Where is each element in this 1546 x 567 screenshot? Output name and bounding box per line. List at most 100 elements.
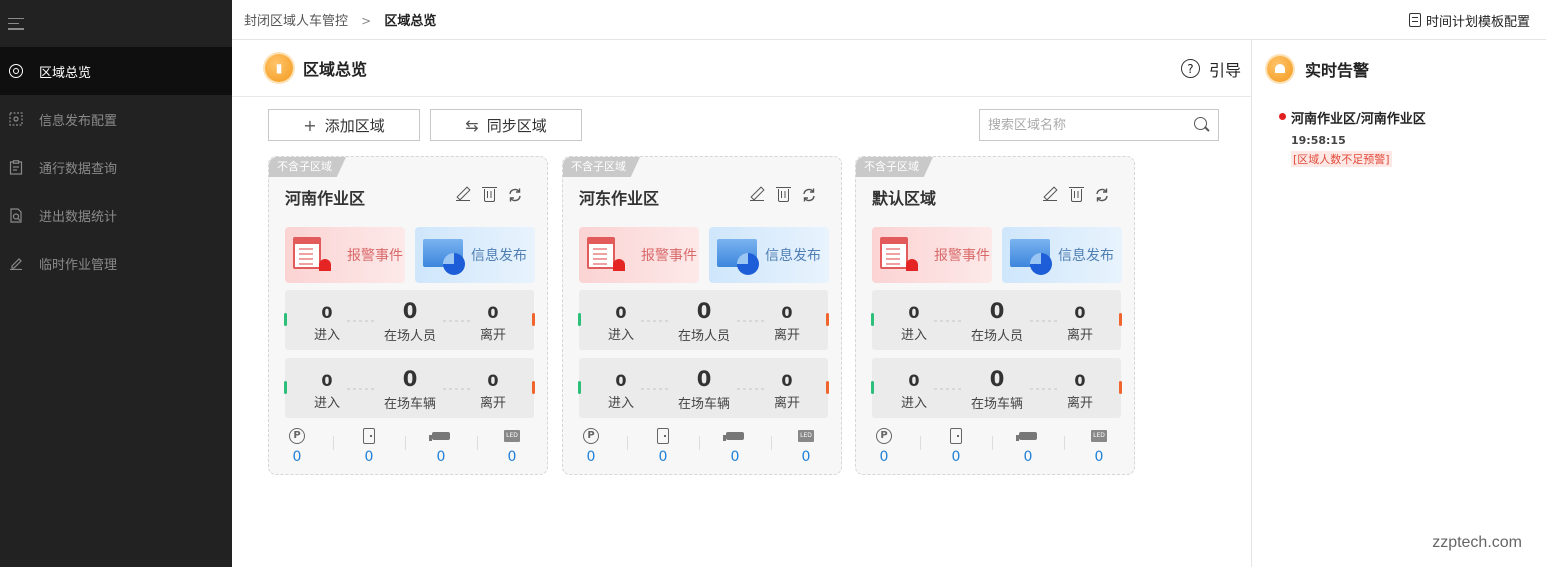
search-icon[interactable] bbox=[1194, 117, 1210, 133]
guide-label: 引导 bbox=[1208, 60, 1241, 80]
search-input[interactable] bbox=[988, 117, 1188, 133]
vehicles-out-count: 0 bbox=[1074, 371, 1086, 390]
vehicles-stats-row: 0 进入 0 在场车辆 0 离开 bbox=[871, 358, 1122, 418]
people-present-count: 0 bbox=[402, 299, 418, 323]
camera-device[interactable]: 0 bbox=[1016, 428, 1038, 465]
vehicles-out-stat[interactable]: 0 离开 bbox=[763, 371, 811, 411]
vehicles-in-stat[interactable]: 0 进入 bbox=[597, 371, 645, 411]
people-out-stat[interactable]: 0 离开 bbox=[1056, 303, 1104, 343]
sidebar-item-temp-work[interactable]: 临时作业管理 bbox=[0, 239, 232, 287]
vehicles-in-stat[interactable]: 0 进入 bbox=[890, 371, 938, 411]
door-count: 0 bbox=[951, 449, 961, 465]
people-out-stat[interactable]: 0 离开 bbox=[763, 303, 811, 343]
vehicles-out-stat[interactable]: 0 离开 bbox=[469, 371, 517, 411]
divider bbox=[627, 436, 628, 450]
parking-count: 0 bbox=[586, 449, 596, 465]
led-device[interactable]: LED 0 bbox=[796, 428, 816, 465]
guide-button[interactable]: ? 引导 bbox=[1180, 40, 1241, 97]
parking-device[interactable]: P 0 bbox=[287, 428, 307, 465]
door-device[interactable]: 0 bbox=[359, 428, 379, 465]
divider bbox=[992, 436, 993, 450]
area-overview-icon: ▮ bbox=[265, 54, 293, 82]
breadcrumb-parent[interactable]: 封闭区域人车管控 bbox=[244, 14, 348, 29]
area-title: 河南作业区 bbox=[285, 189, 366, 208]
parking-device[interactable]: P 0 bbox=[581, 428, 601, 465]
sidebar-item-inout-stats[interactable]: 进出数据统计 bbox=[0, 191, 232, 239]
parking-icon: P bbox=[289, 428, 305, 444]
refresh-icon[interactable] bbox=[801, 187, 817, 203]
info-publish-label: 信息发布 bbox=[1058, 248, 1114, 264]
sidebar-item-label: 区域总览 bbox=[39, 65, 92, 81]
vehicles-present-stat[interactable]: 0 在场车辆 bbox=[667, 361, 741, 412]
sidebar-item-label: 信息发布配置 bbox=[39, 113, 118, 129]
info-screen-icon bbox=[423, 239, 465, 275]
card-actions bbox=[1042, 187, 1110, 203]
enter-indicator bbox=[578, 381, 581, 394]
info-publish-tile[interactable]: 信息发布 bbox=[1002, 227, 1122, 283]
led-screen-icon: LED bbox=[798, 430, 814, 442]
exit-indicator bbox=[826, 313, 829, 326]
no-subarea-tag: 不含子区域 bbox=[563, 157, 640, 177]
vehicles-out-label: 离开 bbox=[1066, 396, 1093, 411]
people-in-stat[interactable]: 0 进入 bbox=[597, 303, 645, 343]
door-device[interactable]: 0 bbox=[653, 428, 673, 465]
people-present-stat[interactable]: 0 在场人员 bbox=[373, 293, 447, 344]
exit-indicator bbox=[532, 381, 535, 394]
sidebar-item-info-publish-config[interactable]: 信息发布配置 bbox=[0, 95, 232, 143]
edit-icon[interactable] bbox=[1042, 187, 1058, 203]
people-present-stat[interactable]: 0 在场人员 bbox=[960, 293, 1034, 344]
sidebar-item-area-overview[interactable]: 区域总览 bbox=[0, 47, 232, 95]
area-card: 不含子区域 默认区域 报警事件 信息发布 0 进入 0 在场人员 0 离开 0 … bbox=[855, 156, 1135, 475]
template-config-link[interactable]: 时间计划模板配置 bbox=[1408, 0, 1530, 40]
vehicles-present-count: 0 bbox=[402, 367, 418, 391]
alert-time: 19:58:15 bbox=[1291, 134, 1346, 147]
clipboard-icon bbox=[8, 159, 24, 175]
led-device[interactable]: LED 0 bbox=[1089, 428, 1109, 465]
info-publish-tile[interactable]: 信息发布 bbox=[709, 227, 829, 283]
sync-area-button[interactable]: ⇆ 同步区域 bbox=[430, 109, 582, 141]
sidebar-item-traffic-query[interactable]: 通行数据查询 bbox=[0, 143, 232, 191]
camera-device[interactable]: 0 bbox=[723, 428, 745, 465]
delete-icon[interactable] bbox=[481, 187, 497, 203]
sync-area-label: 同步区域 bbox=[486, 116, 547, 135]
vehicles-out-stat[interactable]: 0 离开 bbox=[1056, 371, 1104, 411]
led-device[interactable]: LED 0 bbox=[502, 428, 522, 465]
vehicles-in-stat[interactable]: 0 进入 bbox=[303, 371, 351, 411]
led-count: 0 bbox=[1094, 449, 1104, 465]
door-icon bbox=[657, 428, 669, 444]
refresh-icon[interactable] bbox=[1094, 187, 1110, 203]
menu-toggle-icon[interactable] bbox=[8, 17, 24, 30]
alerts-title: 实时告警 bbox=[1305, 60, 1370, 80]
vehicles-in-count: 0 bbox=[321, 371, 333, 390]
camera-device[interactable]: 0 bbox=[429, 428, 451, 465]
add-area-button[interactable]: + 添加区域 bbox=[268, 109, 420, 141]
people-in-stat[interactable]: 0 进入 bbox=[890, 303, 938, 343]
edit-icon[interactable] bbox=[455, 187, 471, 203]
vehicles-present-stat[interactable]: 0 在场车辆 bbox=[960, 361, 1034, 412]
people-out-stat[interactable]: 0 离开 bbox=[469, 303, 517, 343]
search-box bbox=[979, 109, 1219, 141]
delete-icon[interactable] bbox=[1068, 187, 1084, 203]
info-publish-tile[interactable]: 信息发布 bbox=[415, 227, 535, 283]
alarm-report-icon bbox=[293, 237, 331, 273]
enter-indicator bbox=[284, 313, 287, 326]
area-card: 不含子区域 河东作业区 报警事件 信息发布 0 进入 0 在场人员 0 离开 0… bbox=[562, 156, 842, 475]
delete-icon[interactable] bbox=[775, 187, 791, 203]
people-in-stat[interactable]: 0 进入 bbox=[303, 303, 351, 343]
people-stats-row: 0 进入 0 在场人员 0 离开 bbox=[284, 290, 535, 350]
alarm-report-icon bbox=[587, 237, 625, 273]
add-area-label: 添加区域 bbox=[324, 116, 385, 135]
alert-item[interactable]: 河南作业区/河南作业区 19:58:15 [区域人数不足预警] bbox=[1279, 108, 1426, 167]
vehicles-present-stat[interactable]: 0 在场车辆 bbox=[373, 361, 447, 412]
parking-device[interactable]: P 0 bbox=[874, 428, 894, 465]
alarm-events-tile[interactable]: 报警事件 bbox=[285, 227, 405, 283]
alarm-events-tile[interactable]: 报警事件 bbox=[579, 227, 699, 283]
refresh-icon[interactable] bbox=[507, 187, 523, 203]
alert-location: 河南作业区/河南作业区 bbox=[1291, 112, 1426, 127]
led-screen-icon: LED bbox=[1091, 430, 1107, 442]
people-present-stat[interactable]: 0 在场人员 bbox=[667, 293, 741, 344]
edit-icon[interactable] bbox=[749, 187, 765, 203]
door-device[interactable]: 0 bbox=[946, 428, 966, 465]
alarm-events-tile[interactable]: 报警事件 bbox=[872, 227, 992, 283]
area-title: 默认区域 bbox=[872, 189, 937, 208]
